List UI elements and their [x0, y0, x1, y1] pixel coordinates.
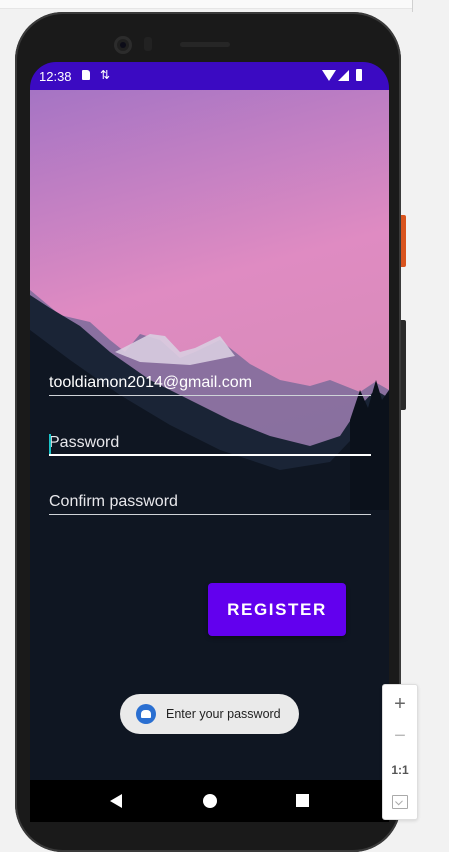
sd-card-icon — [82, 70, 90, 80]
confirm-password-field[interactable]: Confirm password — [49, 491, 371, 513]
navigation-bar — [30, 780, 389, 822]
register-button[interactable]: REGISTER — [208, 583, 346, 636]
battery-icon — [356, 69, 362, 81]
status-bar: 12:38 ⇅ — [30, 62, 389, 90]
toast-message: Enter your password — [120, 694, 299, 734]
background-window-divider — [412, 0, 413, 12]
wifi-icon — [322, 70, 336, 81]
front-camera-icon — [114, 36, 132, 54]
device-screen: 12:38 ⇅ tooldiamon2014@gmail.com Passwor… — [30, 62, 389, 822]
back-icon[interactable] — [110, 794, 122, 808]
volume-button[interactable] — [401, 320, 406, 410]
recents-icon[interactable] — [296, 794, 309, 807]
sync-icon: ⇅ — [100, 68, 111, 82]
home-icon[interactable] — [203, 794, 217, 808]
toast-text: Enter your password — [166, 707, 281, 721]
android-icon — [136, 704, 156, 724]
password-field-underline — [49, 454, 371, 456]
signal-icon — [338, 70, 349, 81]
confirm-password-field-underline — [49, 514, 371, 515]
actual-size-button[interactable]: 1:1 — [383, 755, 417, 785]
status-time: 12:38 — [39, 69, 72, 84]
background-window-edge — [0, 0, 412, 9]
power-button[interactable] — [401, 215, 406, 267]
emulator-zoom-controls: + − 1:1 — [382, 684, 418, 820]
fit-screen-icon — [392, 795, 408, 809]
text-cursor — [49, 434, 51, 454]
email-field[interactable]: tooldiamon2014@gmail.com — [49, 372, 371, 394]
earpiece-speaker — [180, 42, 230, 47]
zoom-out-button[interactable]: − — [383, 721, 417, 751]
proximity-sensor — [144, 37, 152, 51]
zoom-in-button[interactable]: + — [383, 689, 417, 719]
password-field[interactable]: Password — [49, 432, 371, 454]
email-field-underline — [49, 395, 371, 396]
fit-screen-button[interactable] — [383, 787, 417, 817]
